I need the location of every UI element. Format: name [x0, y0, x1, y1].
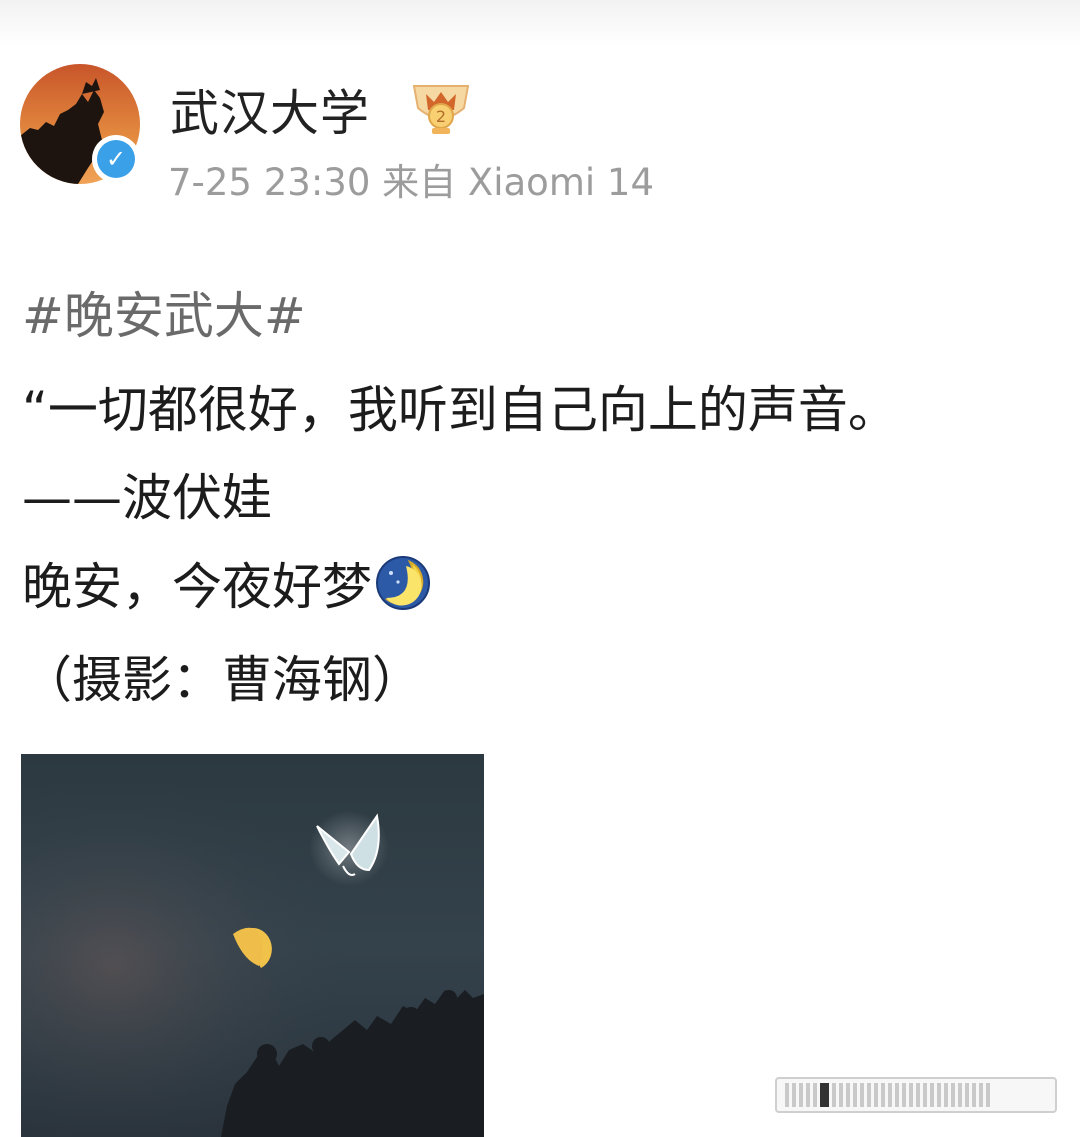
watermark-strip: [775, 1077, 1057, 1113]
svg-text:2: 2: [436, 107, 446, 126]
author-name[interactable]: 武汉大学: [170, 74, 370, 145]
trophy-rank-icon[interactable]: 2: [404, 78, 478, 138]
verified-badge-icon: ✓: [92, 135, 140, 183]
quote-text: “一切都很好，我听到自己向上的声音。: [22, 381, 898, 439]
goodnight-text: 晚安，今夜好梦: [22, 558, 372, 616]
post-photo[interactable]: [21, 754, 484, 1137]
goodnight-line: 晚安，今夜好梦: [22, 547, 432, 619]
photo-credit: （摄影：曹海钢）: [22, 651, 422, 709]
quote-author: ——波伏娃: [22, 469, 272, 527]
weibo-post-card: ✓ 武汉大学 2 7-25 23:30 来自 Xiaomi 14 #晚安武大# …: [0, 0, 1080, 1137]
post-meta: 7-25 23:30 来自 Xiaomi 14: [168, 161, 654, 204]
moon-emoji-icon: [376, 556, 430, 610]
hashtag-link[interactable]: #晚安武大#: [22, 276, 306, 348]
